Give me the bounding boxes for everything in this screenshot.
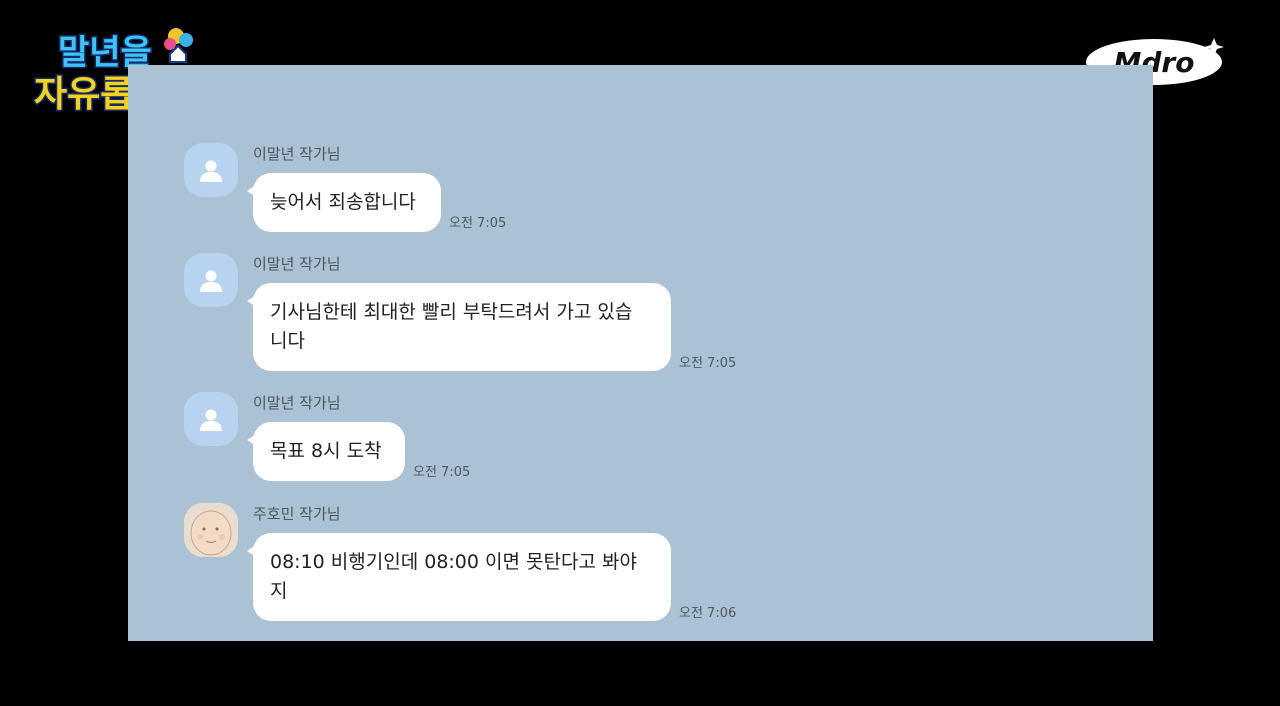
message-bubble[interactable]: 늦어서 죄송합니다: [247, 173, 441, 232]
message-text: 목표 8시 도착: [270, 440, 382, 462]
chat-panel[interactable]: 이말년 작가님 늦어서 죄송합니다 오전 7:05 이말년 작가님 기사님한테 …: [128, 65, 1153, 641]
sender-avatar[interactable]: [184, 143, 238, 197]
sender-name: 주호민 작가님: [253, 505, 341, 523]
message-bubble[interactable]: 기사님한테 최대한 빨리 부탁드려서 가고 있습 니다: [247, 283, 671, 371]
sender-avatar[interactable]: [184, 392, 238, 446]
message-text-line: 08:10 비행기인데 08:00 이면 못탄다고 봐야: [270, 551, 637, 573]
sender-avatar[interactable]: [184, 503, 238, 557]
message-bubble[interactable]: 08:10 비행기인데 08:00 이면 못탄다고 봐야 지: [247, 533, 671, 621]
message-bubble[interactable]: 목표 8시 도착: [247, 422, 405, 481]
drawn-face-avatar-icon: [184, 503, 238, 557]
message-time: 오전 7:05: [679, 356, 737, 371]
message-text-line: 기사님한테 최대한 빨리 부탁드려서 가고 있습: [270, 301, 633, 323]
default-person-icon: [200, 409, 222, 431]
message-time: 오전 7:05: [449, 216, 507, 231]
message-text-line: 니다: [270, 330, 305, 352]
message-text-line: 지: [270, 580, 288, 602]
sender-avatar[interactable]: [184, 253, 238, 307]
message-time: 오전 7:05: [413, 465, 471, 480]
message-text: 늦어서 죄송합니다: [270, 191, 416, 213]
default-person-icon: [200, 160, 222, 182]
message-time: 오전 7:06: [679, 606, 737, 621]
sender-name: 이말년 작가님: [253, 255, 341, 273]
sender-name: 이말년 작가님: [253, 394, 341, 412]
sender-name: 이말년 작가님: [253, 145, 341, 163]
default-person-icon: [200, 270, 222, 292]
